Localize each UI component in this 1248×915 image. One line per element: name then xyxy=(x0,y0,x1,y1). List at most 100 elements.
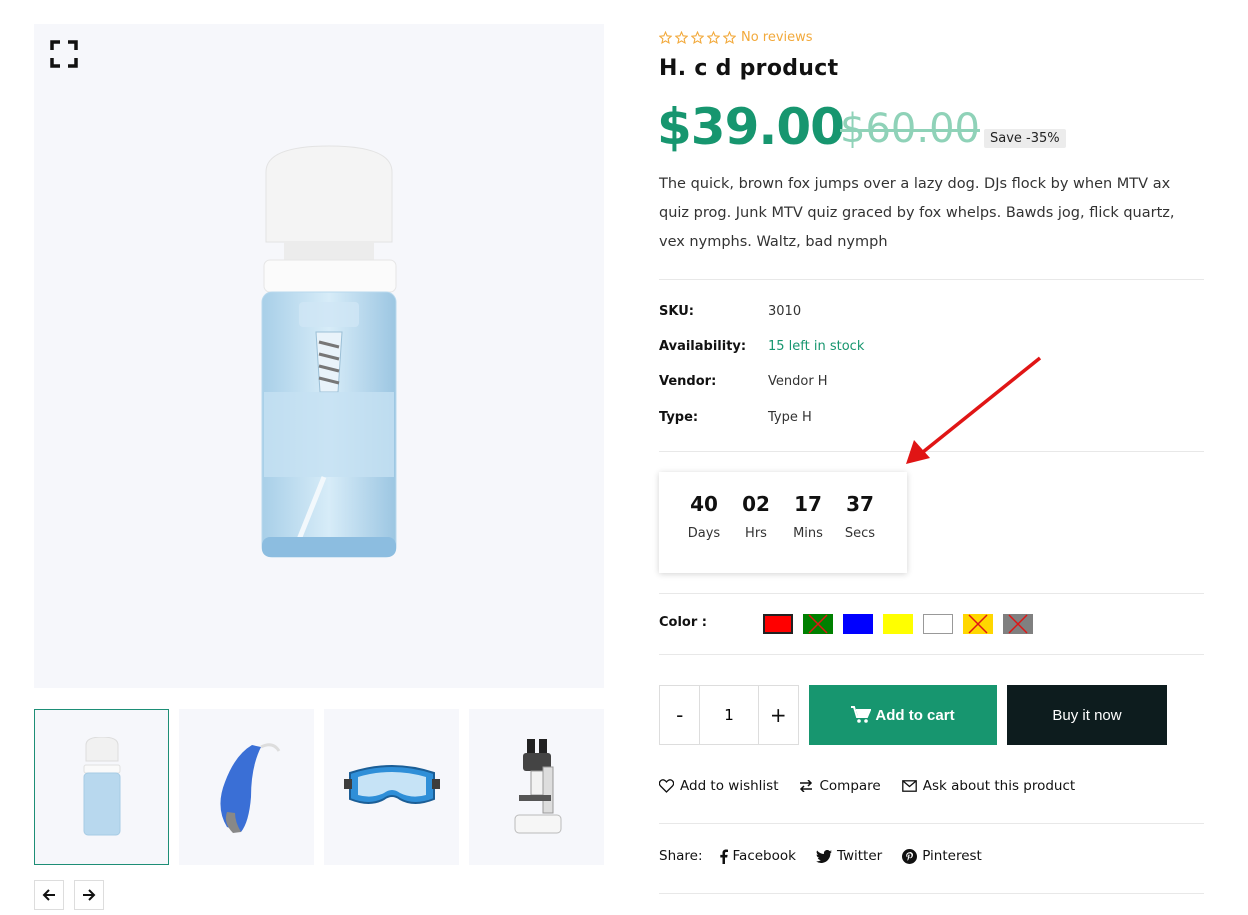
meta-label: Type: xyxy=(659,410,699,425)
star-outline-icon xyxy=(723,31,736,44)
hearing-aid-thumb-icon xyxy=(219,743,280,833)
meta-type: Type: Type H xyxy=(659,410,812,425)
star-outline-icon xyxy=(675,31,688,44)
product-description: The quick, brown fox jumps over a lazy d… xyxy=(659,176,1175,250)
countdown-hours: 02 Hrs xyxy=(731,492,781,541)
unavailable-cross-icon xyxy=(1008,614,1028,634)
countdown-value: 40 xyxy=(690,492,718,516)
gallery-prev-button[interactable] xyxy=(34,880,64,910)
product-actions: Add to wishlist Compare Ask about this p… xyxy=(659,778,1096,794)
wishlist-label: Add to wishlist xyxy=(680,778,779,794)
color-swatch[interactable] xyxy=(803,614,833,634)
add-to-cart-button[interactable]: Add to cart xyxy=(809,685,997,745)
facebook-label: Facebook xyxy=(732,848,796,864)
heart-icon xyxy=(659,779,674,793)
color-label: Color : xyxy=(659,615,707,630)
star-outline-icon xyxy=(707,31,720,44)
facebook-icon xyxy=(719,849,728,864)
save-badge: Save -35% xyxy=(984,129,1066,148)
compare-label: Compare xyxy=(819,778,881,794)
rating-stars xyxy=(659,31,736,44)
thumbnail-microscope[interactable] xyxy=(469,709,604,865)
main-product-image-container xyxy=(34,24,604,688)
add-to-cart-label: Add to cart xyxy=(875,706,955,724)
twitter-icon xyxy=(815,849,832,863)
meta-vendor: Vendor: Vendor H xyxy=(659,374,828,389)
countdown-minutes: 17 Mins xyxy=(783,492,833,541)
meta-value: 3010 xyxy=(768,304,802,319)
arrow-left-icon xyxy=(42,889,55,901)
unavailable-cross-icon xyxy=(968,614,988,634)
pinterest-icon xyxy=(902,848,918,864)
thumbnail-hearing-aid[interactable] xyxy=(179,709,314,865)
countdown-value: 37 xyxy=(846,492,874,516)
foam-bottle-thumb-icon xyxy=(83,737,120,836)
divider xyxy=(659,823,1204,824)
quantity-value-wrapper xyxy=(699,686,759,744)
ask-about-product-link[interactable]: Ask about this product xyxy=(901,778,1076,794)
meta-value[interactable]: Type H xyxy=(768,410,812,425)
ask-label: Ask about this product xyxy=(922,778,1076,794)
star-outline-icon xyxy=(659,31,672,44)
thumbnail-foam-bottle[interactable] xyxy=(34,709,169,865)
share-facebook-link[interactable]: Facebook xyxy=(719,848,796,864)
compare-link[interactable]: Compare xyxy=(799,778,881,794)
fullscreen-expand-icon[interactable] xyxy=(50,40,78,68)
meta-availability: Availability: 15 left in stock xyxy=(659,339,864,354)
meta-label: Vendor: xyxy=(659,374,717,389)
quantity-input[interactable] xyxy=(702,705,756,725)
meta-label: Availability: xyxy=(659,339,747,354)
share-twitter-link[interactable]: Twitter xyxy=(815,848,883,864)
countdown-value: 17 xyxy=(794,492,822,516)
microscope-thumb-icon xyxy=(514,739,561,834)
color-swatch[interactable] xyxy=(843,614,873,634)
share-label: Share: xyxy=(659,848,703,864)
color-swatch[interactable] xyxy=(923,614,953,634)
arrow-right-icon xyxy=(83,889,96,901)
meta-value: 15 left in stock xyxy=(768,339,865,354)
color-swatch[interactable] xyxy=(963,614,993,634)
divider xyxy=(659,893,1204,894)
quantity-decrease-button[interactable]: - xyxy=(660,686,699,744)
gallery-next-button[interactable] xyxy=(74,880,104,910)
countdown-label: Mins xyxy=(793,526,823,541)
pinterest-label: Pinterest xyxy=(922,848,982,864)
foam-pump-bottle-image xyxy=(261,145,397,558)
countdown-timer: 40 Days 02 Hrs 17 Mins 37 Secs xyxy=(659,472,907,573)
thumbnail-safety-goggles[interactable] xyxy=(324,709,459,865)
star-outline-icon xyxy=(691,31,704,44)
twitter-label: Twitter xyxy=(836,848,883,864)
quantity-increase-button[interactable]: + xyxy=(759,686,798,744)
countdown-value: 02 xyxy=(742,492,770,516)
countdown-label: Hrs xyxy=(745,526,767,541)
divider xyxy=(659,654,1204,655)
annotation-arrow-icon xyxy=(906,356,1042,464)
safety-goggles-thumb-icon xyxy=(343,765,440,804)
color-swatch[interactable] xyxy=(763,614,793,634)
countdown-label: Days xyxy=(687,526,721,541)
divider xyxy=(659,279,1204,280)
reviews-count: No reviews xyxy=(741,30,813,45)
cart-icon xyxy=(851,706,872,723)
add-to-wishlist-link[interactable]: Add to wishlist xyxy=(659,778,778,794)
share-pinterest-link[interactable]: Pinterest xyxy=(902,848,982,864)
quantity-stepper: - + xyxy=(659,685,799,745)
envelope-icon xyxy=(901,780,917,792)
color-swatch[interactable] xyxy=(883,614,913,634)
meta-value[interactable]: Vendor H xyxy=(768,374,828,389)
countdown-days: 40 Days xyxy=(679,492,729,541)
meta-label: SKU: xyxy=(659,304,694,319)
divider xyxy=(659,593,1204,594)
product-title: H. c d product xyxy=(659,56,839,81)
meta-sku: SKU: 3010 xyxy=(659,304,801,319)
countdown-seconds: 37 Secs xyxy=(835,492,885,541)
share-bar: Share: Facebook Twitter Pinterest xyxy=(659,848,1002,864)
color-swatch[interactable] xyxy=(1003,614,1033,634)
product-price: $39.00 xyxy=(657,98,845,156)
buy-it-now-button[interactable]: Buy it now xyxy=(1007,685,1167,745)
product-rating[interactable]: No reviews xyxy=(659,30,813,45)
unavailable-cross-icon xyxy=(808,614,828,634)
compare-arrows-icon xyxy=(800,780,813,792)
countdown-label: Secs xyxy=(844,526,876,541)
compare-at-price: $60.00 xyxy=(840,106,980,152)
